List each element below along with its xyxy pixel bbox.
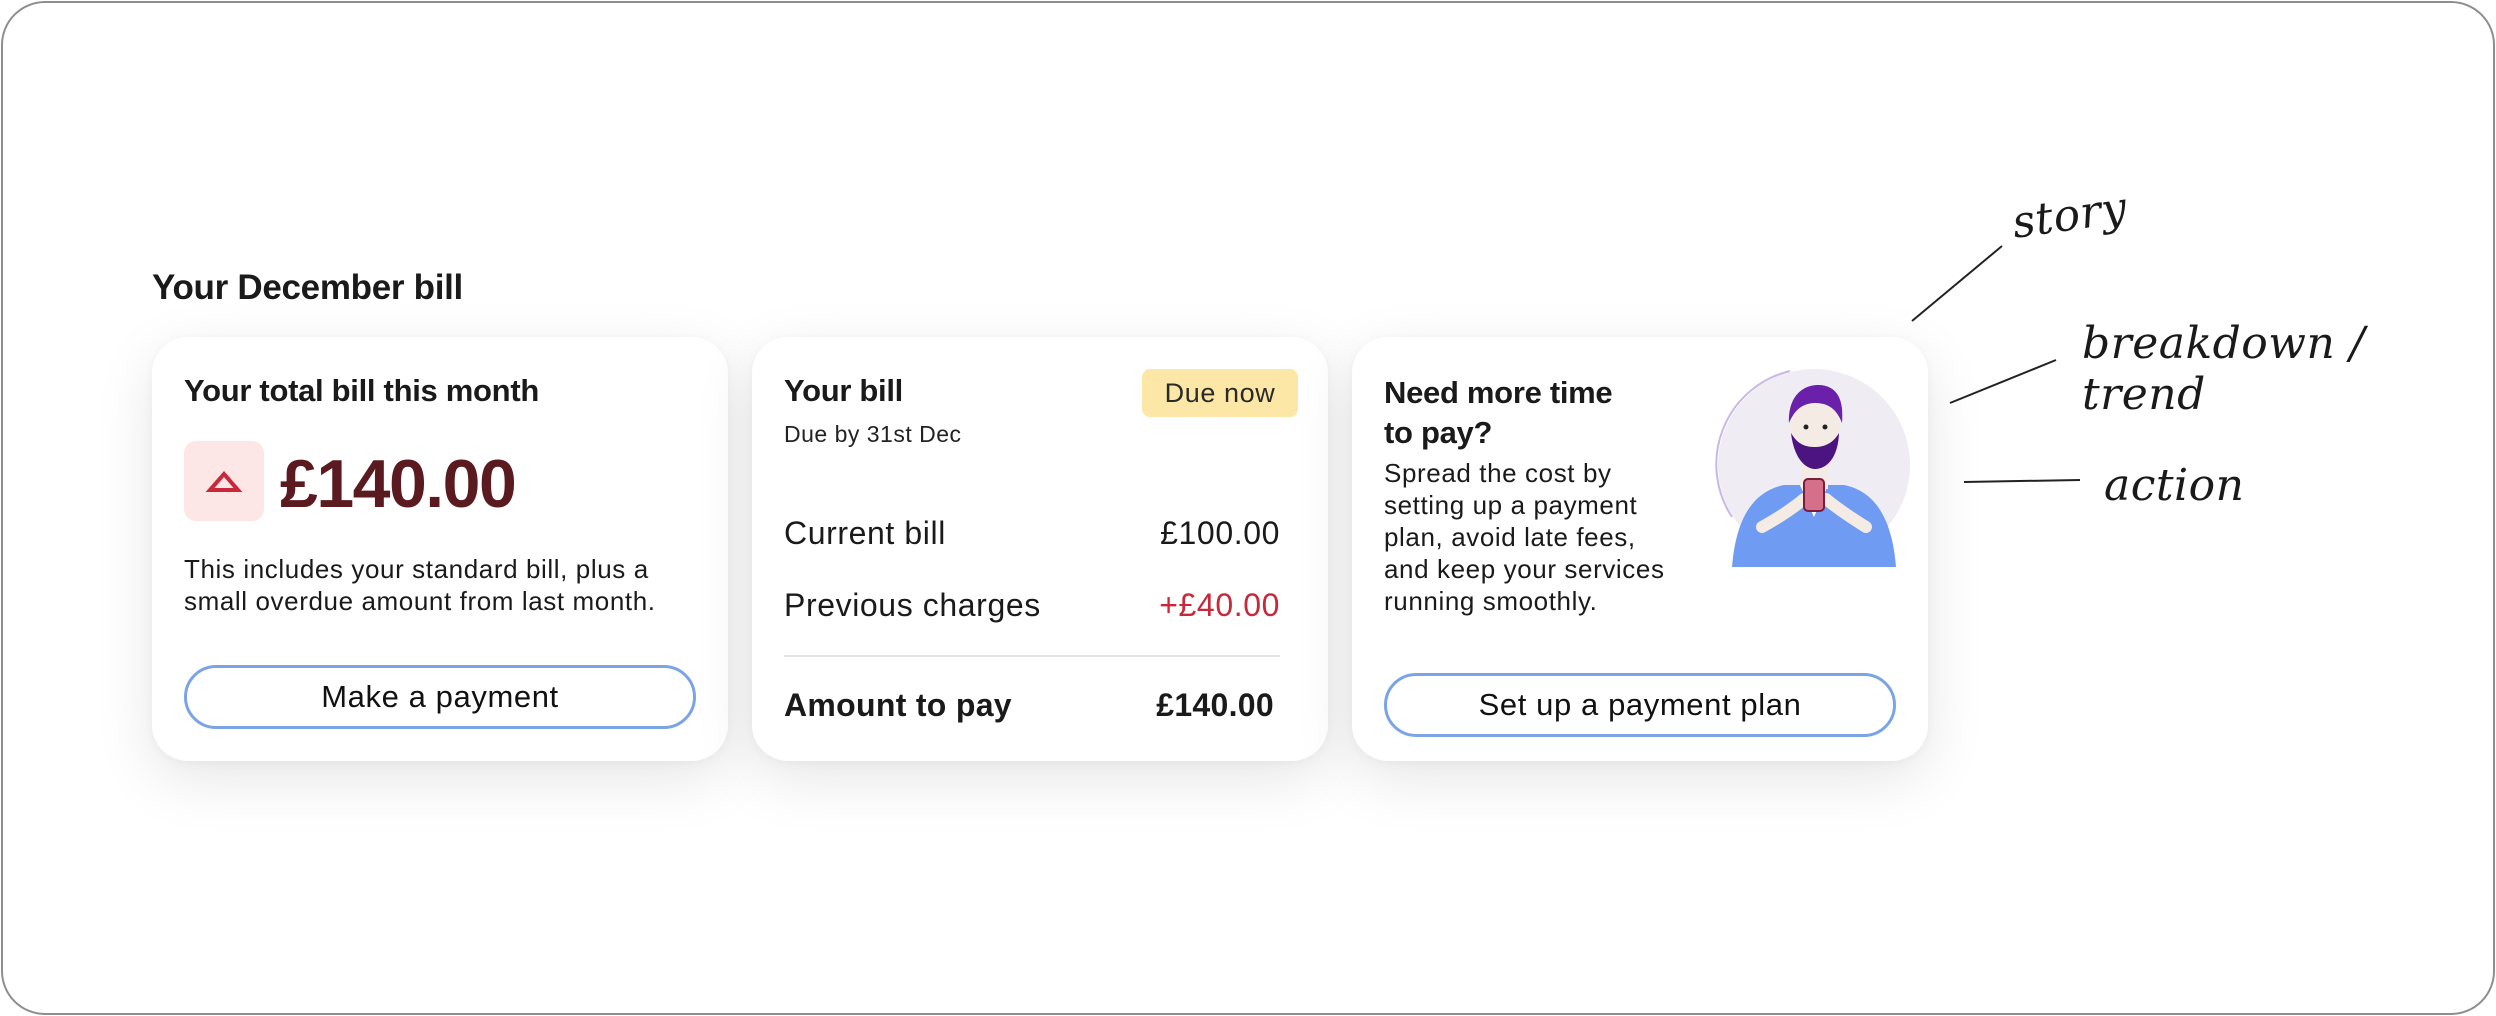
person-with-phone-illustration	[1715, 369, 1910, 567]
total-description: This includes your standard bill, plus a…	[184, 554, 656, 616]
payment-plan-description: Spread the cost by setting up a payment …	[1384, 458, 1665, 616]
bill-title: Your bill	[784, 373, 903, 408]
make-payment-button[interactable]: Make a payment	[184, 665, 696, 729]
divider	[784, 655, 1280, 657]
total-amount: £140.00	[280, 446, 517, 522]
previous-charges-value: +£40.00	[1159, 587, 1280, 623]
payment-plan-title: Need more time to pay?	[1384, 375, 1613, 450]
annotation-action: action	[2104, 460, 2245, 511]
payment-plan-card: Need more time to pay? Spread the cost b…	[1352, 337, 1928, 761]
breakdown-pointer-line	[1949, 359, 2057, 404]
bill-breakdown-card: Your bill Due by 31st Dec Due now Curren…	[752, 337, 1328, 761]
previous-charges-label: Previous charges	[784, 587, 1041, 623]
amount-to-pay-label: Amount to pay	[784, 687, 1012, 723]
amount-to-pay-value: £140.00	[1156, 687, 1274, 723]
annotation-breakdown: breakdown / trend	[2082, 318, 2366, 420]
status-badge: Due now	[1142, 369, 1298, 417]
story-pointer-line	[1911, 245, 2003, 322]
set-up-payment-plan-button[interactable]: Set up a payment plan	[1384, 673, 1896, 737]
total-bill-title: Your total bill this month	[184, 373, 539, 408]
current-bill-label: Current bill	[784, 515, 946, 551]
section-title: Your December bill	[152, 268, 463, 307]
current-bill-value: £100.00	[1160, 515, 1280, 551]
total-bill-card: Your total bill this month £140.00 This …	[152, 337, 728, 761]
due-date: Due by 31st Dec	[784, 421, 962, 447]
action-pointer-line	[1963, 479, 2081, 483]
trend-up-icon	[184, 441, 264, 521]
